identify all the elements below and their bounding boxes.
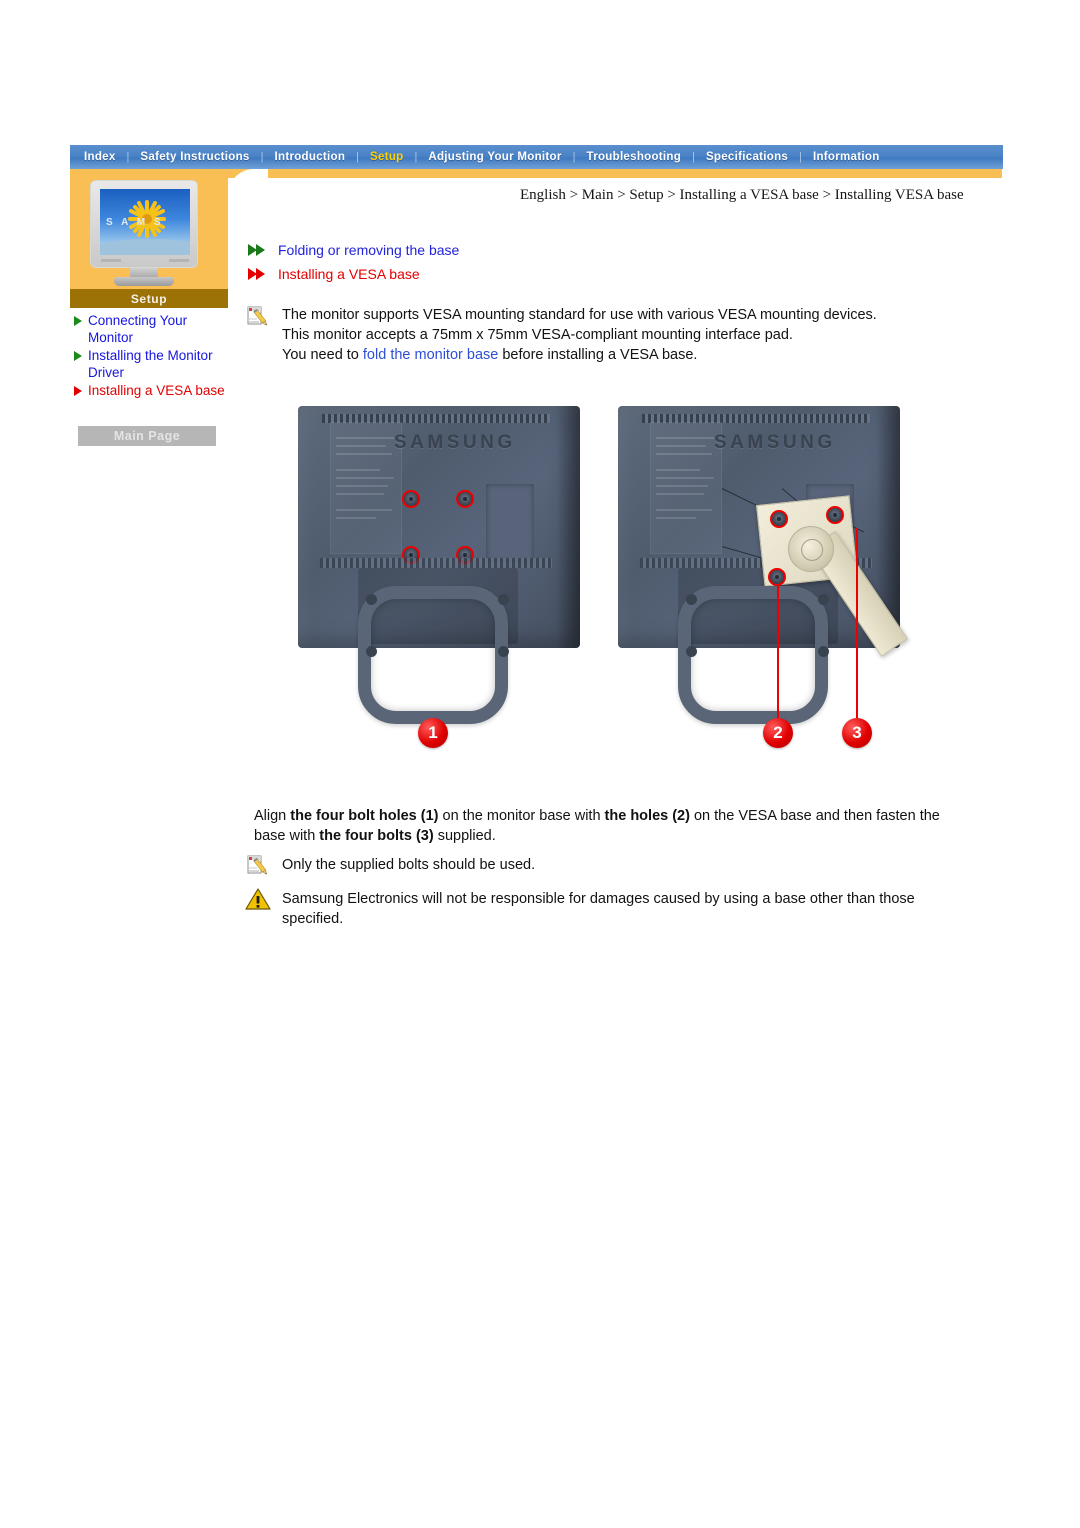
note-text-only-supplied-bolts: Only the supplied bolts should be used.	[282, 857, 536, 873]
breadcrumb: English > Main > Setup > Installing a VE…	[520, 187, 964, 203]
warning-triangle-icon	[245, 888, 271, 910]
callout-badge-3: 3	[842, 718, 872, 748]
monitor-screen: S A M S	[100, 189, 190, 255]
handle-joint	[818, 646, 829, 657]
double-arrow-icon	[248, 268, 270, 280]
bolt-hole	[456, 490, 474, 508]
vesa-hole	[770, 510, 788, 528]
folded-stand-handle	[358, 586, 508, 724]
instr-part-d: on the monitor base with	[438, 808, 605, 824]
handle-joint	[686, 594, 697, 605]
intro-paragraph: The monitor supports VESA mounting stand…	[282, 305, 942, 365]
instr-part-j: supplied.	[433, 828, 496, 844]
vesa-hole	[826, 506, 844, 524]
lower-vents	[320, 558, 552, 568]
instr-part-b: the four bolt holes	[290, 808, 417, 824]
screen-logo-text: S A M S	[106, 217, 164, 228]
figure-group: SAMSUNG 1 SAMSUNG 2 3	[290, 400, 930, 770]
handle-joint	[498, 594, 509, 605]
arrow-right-icon	[74, 351, 82, 361]
monitor-stand-base	[114, 277, 174, 286]
fold-the-monitor-base-link[interactable]: fold the monitor base	[363, 347, 498, 363]
figure-monitor-rear-with-bolt-holes: SAMSUNG 1	[290, 400, 590, 770]
folded-stand-handle	[678, 586, 828, 724]
vesa-hole	[768, 568, 786, 586]
rating-label-plate	[330, 422, 402, 554]
instr-part-a: Align	[254, 808, 291, 824]
top-navigation-bar: Index | Safety Instructions | Introducti…	[70, 145, 1003, 169]
nav-item-specifications[interactable]: Specifications	[696, 151, 798, 163]
intro-line-1: The monitor supports VESA mounting stand…	[282, 307, 877, 323]
sidebar-item-connecting-your-monitor[interactable]: Connecting Your Monitor	[70, 312, 230, 346]
section-link-label: Installing a VESA base	[278, 266, 420, 282]
instr-part-f: (2)	[668, 808, 690, 824]
figure-monitor-rear-with-vesa-base: SAMSUNG 2 3	[610, 400, 910, 770]
section-link-installing-a-vesa-base[interactable]: Installing a VESA base	[248, 262, 459, 286]
section-link-label: Folding or removing the base	[278, 242, 460, 258]
instr-part-i: (3)	[411, 828, 434, 844]
sidebar-item-label: Installing a VESA base	[88, 383, 225, 398]
instr-part-c: (1)	[416, 808, 439, 824]
intro-line-3-prefix: You need to	[282, 347, 363, 363]
sidebar-item-label: Connecting Your Monitor	[88, 313, 188, 345]
instructions-paragraph: Align the four bolt holes (1) on the mon…	[254, 806, 954, 846]
monitor-control-left	[101, 259, 121, 262]
intro-line-2: This monitor accepts a 75mm x 75mm VESA-…	[282, 327, 793, 343]
callout-lead-line	[777, 586, 779, 718]
handle-joint	[366, 646, 377, 657]
handle-joint	[366, 594, 377, 605]
nav-item-index[interactable]: Index	[74, 151, 126, 163]
sidebar-link-list: Connecting Your Monitor Installing the M…	[70, 312, 230, 400]
sidebar-item-installing-the-monitor-driver[interactable]: Installing the Monitor Driver	[70, 347, 230, 381]
nav-item-safety-instructions[interactable]: Safety Instructions	[130, 151, 259, 163]
nav-item-setup[interactable]: Setup	[360, 151, 413, 163]
bolt-hole	[402, 490, 420, 508]
handle-joint	[498, 646, 509, 657]
sidebar-section-banner: Setup	[70, 289, 228, 308]
instr-part-e: the holes	[604, 808, 669, 824]
rating-label-plate	[650, 422, 722, 554]
nav-item-adjusting-your-monitor[interactable]: Adjusting Your Monitor	[418, 151, 571, 163]
nav-item-introduction[interactable]: Introduction	[265, 151, 356, 163]
note-pencil-icon	[247, 306, 267, 326]
sidebar-item-label: Installing the Monitor Driver	[88, 348, 213, 380]
intro-line-3: You need to fold the monitor base before…	[282, 345, 942, 365]
screen-hill	[100, 239, 190, 255]
double-arrow-icon	[248, 244, 270, 256]
arrow-right-icon	[74, 316, 82, 326]
section-link-folding-or-removing-the-base[interactable]: Folding or removing the base	[248, 238, 459, 262]
callout-badge-2: 2	[763, 718, 793, 748]
callout-lead-line	[856, 528, 858, 718]
monitor-sunflower-icon: S A M S	[90, 180, 202, 290]
monitor-control-right	[169, 259, 189, 262]
note-pencil-icon	[247, 855, 267, 875]
side-port-cover	[486, 484, 534, 562]
handle-joint	[818, 594, 829, 605]
monitor-bezel: S A M S	[90, 180, 198, 268]
callout-badge-1: 1	[418, 718, 448, 748]
handle-joint	[686, 646, 697, 657]
section-link-list: Folding or removing the base Installing …	[248, 238, 459, 286]
nav-item-information[interactable]: Information	[803, 151, 890, 163]
sidebar-item-installing-a-vesa-base[interactable]: Installing a VESA base	[70, 382, 230, 399]
intro-line-3-suffix: before installing a VESA base.	[498, 347, 698, 363]
instr-part-h: the four bolts	[319, 828, 412, 844]
arrow-right-icon	[74, 386, 82, 396]
samsung-brand-text: SAMSUNG	[714, 432, 836, 453]
samsung-brand-text: SAMSUNG	[394, 432, 516, 453]
nav-item-troubleshooting[interactable]: Troubleshooting	[577, 151, 692, 163]
note-text-liability-disclaimer: Samsung Electronics will not be responsi…	[282, 891, 915, 927]
main-page-button[interactable]: Main Page	[78, 426, 216, 446]
